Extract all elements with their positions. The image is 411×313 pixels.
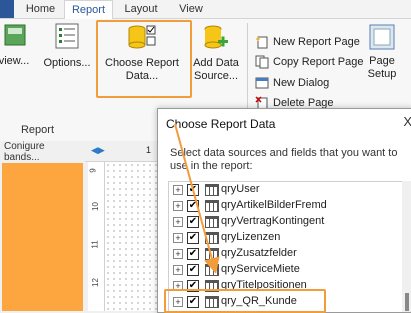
- add-data-source-label-2: Source...: [193, 70, 239, 82]
- preview-icon: [4, 23, 26, 47]
- list-item[interactable]: + ✔ qryServiceMiete: [169, 262, 409, 278]
- dialog-description: Select data sources and fields that you …: [170, 147, 398, 172]
- data-source-tree[interactable]: + ✔ qryUser + ✔ qryArtikelBilderFremd + ✔ qryV…: [168, 181, 411, 313]
- expand-icon[interactable]: +: [173, 185, 183, 195]
- new-dialog-label: New Dialog: [273, 77, 330, 89]
- ruler-arrows-icon[interactable]: ◀▶: [91, 145, 105, 156]
- add-data-source-label-1: Add Data: [193, 57, 239, 69]
- list-item[interactable]: + ✔ qryUser: [169, 182, 409, 198]
- checkbox[interactable]: ✔: [187, 280, 199, 292]
- item-name: qryArtikelBilderFremd: [221, 199, 327, 211]
- page-setup-label-2: Setup: [367, 68, 397, 80]
- preview-button[interactable]: view...: [0, 23, 34, 68]
- tab-report[interactable]: Report: [64, 0, 113, 20]
- ribbon-group-label: Report: [20, 124, 55, 136]
- table-icon: [205, 296, 219, 308]
- item-name: qryUser: [221, 183, 260, 195]
- expand-icon[interactable]: +: [173, 281, 183, 291]
- expand-icon[interactable]: +: [173, 217, 183, 227]
- list-scrollbar[interactable]: [402, 181, 411, 312]
- item-name: qryServiceMiete: [221, 263, 300, 275]
- database-check-icon: [127, 23, 157, 51]
- item-name: qry_QR_Kunde: [221, 295, 297, 307]
- choose-report-data-label-2: Data...: [125, 70, 159, 82]
- list-item[interactable]: + ✔ qryTitelpositionen: [169, 278, 409, 294]
- tab-layout[interactable]: Layout: [114, 0, 168, 18]
- item-name: qryVertragKontingent: [221, 215, 325, 227]
- list-item[interactable]: + ✔ qryLizenzen: [169, 230, 409, 246]
- page-setup-button[interactable]: Page Setup: [362, 23, 402, 81]
- dialog-title: Choose Report Data: [166, 117, 276, 131]
- list-item[interactable]: + ✔ qryArtikelBilderFremd: [169, 198, 409, 214]
- ruler-mark: 1: [146, 145, 152, 155]
- scrollbar-thumb[interactable]: [405, 293, 409, 311]
- choose-report-data-label-1: Choose Report: [105, 57, 179, 69]
- new-dialog-icon: [255, 76, 269, 90]
- item-name: qryTitelpositionen: [221, 279, 307, 291]
- checkbox[interactable]: ✔: [187, 216, 199, 228]
- table-icon: [205, 216, 219, 228]
- choose-report-data-button[interactable]: Choose Report Data...: [100, 23, 184, 83]
- tab-home[interactable]: Home: [18, 0, 63, 18]
- add-data-source-button[interactable]: Add Data Source...: [190, 23, 242, 83]
- expand-icon[interactable]: +: [173, 201, 183, 211]
- checkbox[interactable]: ✔: [187, 296, 199, 308]
- expand-icon[interactable]: +: [173, 265, 183, 275]
- expand-icon[interactable]: +: [173, 249, 183, 259]
- band-area[interactable]: [2, 163, 83, 311]
- ruler-left: 9 10 11 12: [88, 162, 105, 311]
- checkbox[interactable]: ✔: [187, 264, 199, 276]
- table-icon: [205, 280, 219, 292]
- checkbox[interactable]: ✔: [187, 200, 199, 212]
- tab-file[interactable]: [0, 0, 14, 18]
- ruler-mark: 11: [90, 240, 100, 249]
- expand-icon[interactable]: +: [173, 233, 183, 243]
- new-page-icon: [255, 35, 269, 49]
- list-item[interactable]: + ✔ qryVertragKontingent: [169, 214, 409, 230]
- add-database-icon: [203, 23, 229, 51]
- item-name: qryZusatzfelder: [221, 247, 297, 259]
- table-icon: [205, 264, 219, 276]
- page-setup-icon: [368, 23, 396, 51]
- checkbox[interactable]: ✔: [187, 184, 199, 196]
- ruler-mark: 12: [90, 278, 100, 287]
- new-report-page-label: New Report Page: [273, 36, 360, 48]
- ribbon-tabbar: Home Report Layout View: [0, 0, 411, 20]
- preview-label: view...: [0, 55, 30, 67]
- copy-report-page-label: Copy Report Page: [273, 56, 364, 68]
- options-button[interactable]: Options...: [40, 23, 94, 70]
- table-icon: [205, 248, 219, 260]
- ruler-mark: 9: [88, 168, 98, 173]
- close-icon[interactable]: X: [403, 114, 411, 129]
- expand-icon[interactable]: +: [173, 297, 183, 307]
- copy-page-icon: [255, 55, 269, 69]
- ruler-mark: 10: [90, 202, 100, 211]
- options-icon: [54, 23, 80, 49]
- list-item[interactable]: + ✔ qryZusatzfelder: [169, 246, 409, 262]
- checkbox[interactable]: ✔: [187, 232, 199, 244]
- item-name: qryLizenzen: [221, 231, 281, 243]
- list-item[interactable]: + ✔ qry_QR_Kunde: [169, 294, 409, 310]
- page-setup-label-1: Page: [369, 55, 395, 67]
- table-icon: [205, 232, 219, 244]
- configure-bands-label[interactable]: Conigure bands...: [4, 141, 82, 163]
- tab-view[interactable]: View: [170, 0, 212, 18]
- options-label: Options...: [43, 57, 91, 69]
- checkbox[interactable]: ✔: [187, 248, 199, 260]
- table-icon: [205, 200, 219, 212]
- table-icon: [205, 184, 219, 196]
- choose-report-data-dialog: Choose Report Data X Select data sources…: [157, 108, 411, 313]
